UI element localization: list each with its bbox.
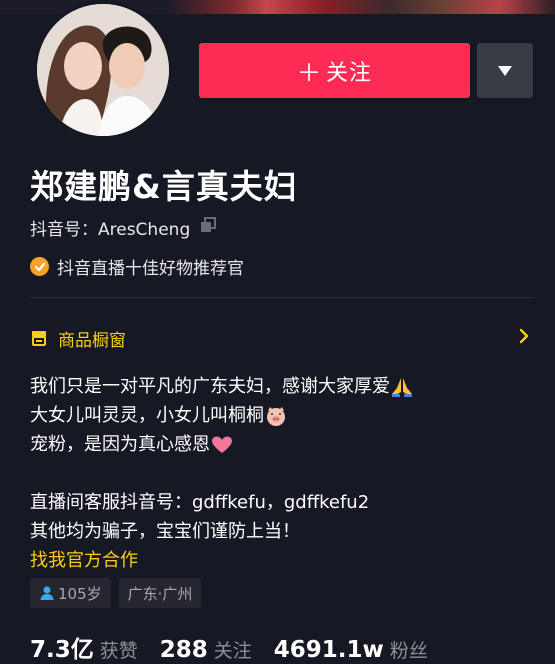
bio-line: 找我官方合作 bbox=[30, 546, 535, 575]
avatar[interactable] bbox=[33, 0, 173, 140]
bio-line: 我们只是一对平凡的广东夫妇，感谢大家厚爱 bbox=[30, 372, 535, 401]
heart-emoji bbox=[212, 436, 232, 453]
bio-spacer bbox=[30, 459, 535, 488]
likes-label: 获赞 bbox=[99, 640, 138, 662]
bio-line: 其他均为骗子，宝宝们谨防上当！ bbox=[30, 517, 535, 546]
verification-row: 抖音直播十佳好物推荐官 bbox=[30, 254, 244, 279]
douyin-id-text: 抖音号：AresCheng bbox=[30, 220, 191, 240]
follow-label: 关注 bbox=[325, 60, 372, 86]
follow-button[interactable]: ＋ 关注 bbox=[199, 43, 470, 98]
following-count[interactable]: 288 bbox=[160, 637, 208, 663]
person-icon bbox=[39, 585, 55, 601]
profile-name: 郑建鹏&言真夫妇 bbox=[30, 167, 298, 206]
shop-window-label: 商品橱窗 bbox=[58, 330, 126, 351]
followers-count[interactable]: 4691.1w bbox=[274, 637, 384, 663]
bio-text: 直播间客服抖音号：gdffkefu，gdffkefu2 bbox=[30, 492, 370, 513]
age-tag: 105岁 bbox=[30, 578, 111, 608]
bio-line: 大女儿叫灵灵，小女儿叫桐桐 bbox=[30, 401, 535, 430]
location-tag: 广东·广州 bbox=[118, 578, 202, 608]
bio-line: 宠粉，是因为真心感恩 bbox=[30, 430, 535, 459]
profile-stats: 7.3亿 获赞 288 关注 4691.1w 粉丝 bbox=[30, 630, 450, 664]
bio-text: 大女儿叫灵灵，小女儿叫桐桐 bbox=[30, 405, 264, 426]
shop-window-link[interactable]: 商品橱窗 bbox=[30, 325, 535, 351]
followers-label[interactable]: 粉丝 bbox=[390, 636, 428, 663]
business-cooperation-link[interactable]: 找我官方合作 bbox=[30, 546, 138, 575]
profile-tags: 105岁 广东·广州 bbox=[30, 578, 202, 608]
shop-window-icon bbox=[30, 329, 48, 347]
bio-line: 直播间客服抖音号：gdffkefu，gdffkefu2 bbox=[30, 488, 535, 517]
douyin-id-row: 抖音号：AresCheng bbox=[30, 215, 217, 240]
more-options-button[interactable] bbox=[477, 43, 533, 98]
bio: 我们只是一对平凡的广东夫妇，感谢大家厚爱 大女儿叫灵灵，小女儿叫桐桐 宠粉，是因… bbox=[30, 372, 535, 575]
copy-icon[interactable] bbox=[200, 217, 217, 238]
pig-face-emoji bbox=[267, 406, 285, 426]
praying-hands-emoji bbox=[392, 377, 412, 397]
plus-icon: ＋ bbox=[296, 59, 322, 87]
bio-text: 其他均为骗子，宝宝们谨防上当！ bbox=[30, 521, 300, 542]
age-text: 105岁 bbox=[58, 584, 102, 603]
location-text: 广东·广州 bbox=[127, 584, 193, 603]
verified-badge-icon bbox=[30, 257, 49, 276]
bio-text: 宠粉，是因为真心感恩 bbox=[30, 434, 210, 455]
divider bbox=[30, 297, 535, 298]
verification-text: 抖音直播十佳好物推荐官 bbox=[57, 259, 244, 279]
caret-down-icon bbox=[498, 65, 512, 76]
likes-count: 7.3亿 bbox=[30, 637, 94, 663]
chevron-right-icon bbox=[519, 328, 529, 349]
bio-text: 我们只是一对平凡的广东夫妇，感谢大家厚爱 bbox=[30, 376, 390, 397]
following-label[interactable]: 关注 bbox=[214, 636, 252, 663]
avatar-photo bbox=[37, 4, 169, 136]
